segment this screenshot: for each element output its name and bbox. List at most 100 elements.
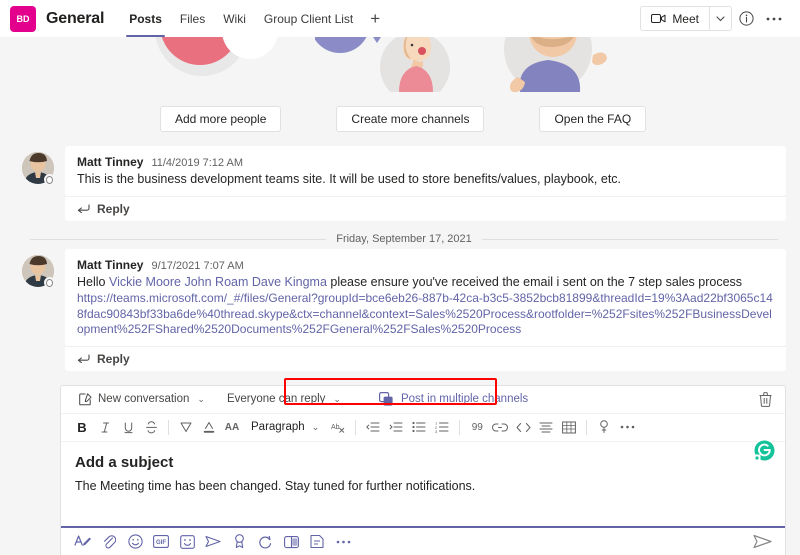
reply-setting-dropdown[interactable]: Everyone can reply ⌄ <box>223 393 345 405</box>
schedule-send-icon[interactable] <box>201 530 225 554</box>
code-block-button[interactable] <box>512 416 534 438</box>
message-card: Matt Tinney 9/17/2021 7:07 AM Hello Vick… <box>65 249 786 346</box>
message-mentions[interactable]: Vickie Moore John Roam Dave Kingma <box>109 275 327 289</box>
meet-dropdown-chevron-down-icon[interactable] <box>709 7 731 30</box>
presence-badge <box>44 277 55 288</box>
quote-icon: 99 <box>471 421 483 433</box>
toolbar-separator <box>168 419 169 435</box>
more-formatting-options-button[interactable] <box>616 416 638 438</box>
banner-actions: Add more people Create more channels Ope… <box>0 106 800 132</box>
illustration-people-group <box>140 37 290 92</box>
bold-button[interactable]: B <box>71 416 93 438</box>
strikethrough-button[interactable] <box>140 416 162 438</box>
tab-wiki-label: Wiki <box>223 11 246 26</box>
message-link[interactable]: https://teams.microsoft.com/_#/files/Gen… <box>77 291 774 338</box>
insert-link-button[interactable] <box>489 416 511 438</box>
giphy-icon[interactable]: GIF <box>149 530 173 554</box>
chevron-down-icon: ⌄ <box>333 393 341 404</box>
avatar[interactable] <box>22 152 55 185</box>
add-tab-button[interactable]: + <box>362 9 388 29</box>
quote-button[interactable]: 99 <box>466 416 488 438</box>
message-card: Matt Tinney 11/4/2019 7:12 AM This is th… <box>65 146 786 196</box>
highlight-button[interactable] <box>175 416 197 438</box>
reply-label: Reply <box>97 351 130 366</box>
approvals-icon[interactable] <box>305 530 329 554</box>
align-button[interactable] <box>535 416 557 438</box>
create-more-channels-button[interactable]: Create more channels <box>336 106 485 132</box>
welcome-banner: Add more people Create more channels Ope… <box>0 37 800 138</box>
toolbar-separator <box>459 419 461 435</box>
message-item: Matt Tinney 9/17/2021 7:07 AM Hello Vick… <box>22 249 786 346</box>
decrease-indent-button[interactable] <box>362 416 384 438</box>
sticker-icon[interactable] <box>175 530 199 554</box>
reply-setting-label: Everyone can reply <box>226 393 326 405</box>
reply-arrow-icon <box>77 204 90 214</box>
insert-element-button[interactable] <box>593 416 615 438</box>
message-text-after: please ensure you've received the email … <box>326 275 743 289</box>
avatar[interactable] <box>22 255 55 288</box>
tab-posts[interactable]: Posts <box>120 0 171 37</box>
praise-icon[interactable] <box>227 530 251 554</box>
reply-arrow-icon <box>77 353 90 364</box>
subject-input[interactable]: Add a subject <box>75 454 771 471</box>
loop-icon[interactable] <box>253 530 277 554</box>
add-more-people-button[interactable]: Add more people <box>160 106 282 132</box>
tab-wiki[interactable]: Wiki <box>214 0 255 37</box>
illustration-person-faq <box>490 37 650 92</box>
info-icon[interactable] <box>732 5 760 33</box>
compose-actions-bar: GIF <box>61 525 785 555</box>
insert-table-button[interactable] <box>558 416 580 438</box>
message-input[interactable]: The Meeting time has been changed. Stay … <box>75 479 771 493</box>
svg-text:3: 3 <box>435 429 438 433</box>
meet-button[interactable]: Meet <box>641 7 709 30</box>
tab-files[interactable]: Files <box>171 0 214 37</box>
open-the-faq-button[interactable]: Open the FAQ <box>539 106 647 132</box>
channel-header: BD General Posts Files Wiki Group Client… <box>0 0 800 37</box>
tab-group-client-list[interactable]: Group Client List <box>255 0 362 37</box>
font-color-button[interactable] <box>198 416 220 438</box>
message-body: Hello Vickie Moore John Roam Dave Kingma… <box>77 274 774 344</box>
compose-options-bar: New conversation ⌄ Everyone can reply ⌄ … <box>61 377 785 414</box>
delete-draft-button[interactable] <box>753 387 777 411</box>
message-author[interactable]: Matt Tinney <box>77 155 143 169</box>
multiple-channels-icon <box>378 391 394 407</box>
tab-files-label: Files <box>179 11 206 26</box>
trash-icon <box>759 391 772 407</box>
compose-editor[interactable]: Add a subject The Meeting time has been … <box>61 438 785 526</box>
new-conversation-dropdown[interactable]: New conversation ⌄ <box>75 392 209 406</box>
message-body: This is the business development teams s… <box>77 172 622 186</box>
message-list: Matt Tinney 11/4/2019 7:12 AM This is th… <box>0 146 800 371</box>
send-icon <box>752 534 772 549</box>
font-size-button[interactable]: AA <box>221 416 243 438</box>
increase-indent-button[interactable] <box>385 416 407 438</box>
bulleted-list-button[interactable] <box>408 416 430 438</box>
reply-button[interactable]: Reply <box>65 196 786 221</box>
chevron-down-icon: ⌄ <box>311 421 320 432</box>
meet-now-icon[interactable] <box>279 530 303 554</box>
attach-file-icon[interactable] <box>97 530 121 554</box>
paragraph-style-dropdown[interactable]: Paragraph ⌄ <box>244 421 326 433</box>
clear-formatting-button[interactable]: Ab <box>327 416 349 438</box>
format-icon[interactable] <box>71 530 95 554</box>
grammarly-icon[interactable] <box>752 438 777 463</box>
presence-badge <box>44 174 55 185</box>
team-avatar: BD <box>10 5 36 32</box>
date-divider: Friday, September 17, 2021 <box>22 233 786 245</box>
reply-button[interactable]: Reply <box>65 345 786 371</box>
more-apps-icon[interactable] <box>331 530 355 554</box>
underline-button[interactable] <box>117 416 139 438</box>
emoji-icon[interactable] <box>123 530 147 554</box>
toolbar-separator <box>586 419 588 435</box>
new-conversation-label: New conversation <box>98 393 190 405</box>
message-author[interactable]: Matt Tinney <box>77 258 143 272</box>
font-size-icon: AA <box>224 421 240 433</box>
italic-button[interactable] <box>94 416 116 438</box>
numbered-list-button[interactable]: 123 <box>431 416 453 438</box>
send-button[interactable] <box>749 530 775 554</box>
message-greeting: Hello <box>77 275 109 289</box>
post-in-multiple-channels-button[interactable]: Post in multiple channels <box>378 391 528 407</box>
page-title: General <box>46 9 105 27</box>
meet-button-group: Meet <box>640 6 732 31</box>
chevron-down-icon: ⌄ <box>197 393 205 404</box>
more-options-icon[interactable] <box>760 5 788 33</box>
